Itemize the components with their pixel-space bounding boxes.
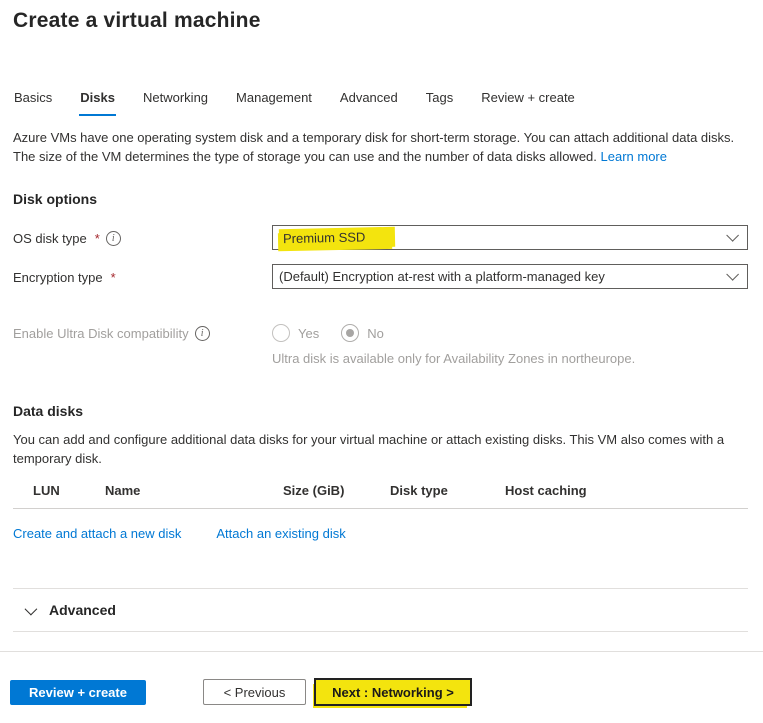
review-create-button[interactable]: Review + create bbox=[10, 680, 146, 705]
radio-no-icon[interactable] bbox=[341, 324, 359, 342]
encryption-type-label: Encryption type bbox=[13, 270, 103, 285]
tab-management[interactable]: Management bbox=[235, 86, 313, 116]
info-icon[interactable]: i bbox=[106, 231, 121, 246]
os-disk-type-dropdown[interactable]: Premium SSD bbox=[272, 225, 748, 250]
radio-yes-icon[interactable] bbox=[272, 324, 290, 342]
create-vm-page: Create a virtual machine Basics Disks Ne… bbox=[0, 0, 763, 723]
encryption-type-value: (Default) Encryption at-rest with a plat… bbox=[279, 269, 605, 284]
next-networking-button[interactable]: Next : Networking > bbox=[314, 678, 472, 706]
ultra-disk-row: Enable Ultra Disk compatibility i Yes No… bbox=[13, 324, 748, 366]
required-marker: * bbox=[95, 231, 100, 246]
divider bbox=[13, 631, 748, 632]
radio-option-yes[interactable]: Yes bbox=[272, 324, 319, 342]
tab-advanced[interactable]: Advanced bbox=[339, 86, 399, 116]
tab-bar: Basics Disks Networking Management Advan… bbox=[13, 86, 748, 116]
info-icon[interactable]: i bbox=[195, 326, 210, 341]
encryption-type-dropdown[interactable]: (Default) Encryption at-rest with a plat… bbox=[272, 264, 748, 289]
os-disk-type-label: OS disk type bbox=[13, 231, 87, 246]
tab-basics[interactable]: Basics bbox=[13, 86, 53, 116]
ultra-disk-label: Enable Ultra Disk compatibility bbox=[13, 326, 189, 341]
os-disk-type-value: Premium SSD bbox=[279, 226, 396, 248]
advanced-section-label: Advanced bbox=[49, 602, 116, 618]
ultra-disk-control: Yes No Ultra disk is available only for … bbox=[272, 324, 635, 366]
data-disks-section-title: Data disks bbox=[13, 403, 748, 419]
encryption-type-label-group: Encryption type * bbox=[13, 268, 272, 285]
create-attach-new-disk-link[interactable]: Create and attach a new disk bbox=[13, 526, 181, 541]
learn-more-link[interactable]: Learn more bbox=[601, 149, 667, 164]
os-disk-type-row: OS disk type * i Premium SSD bbox=[13, 225, 748, 250]
data-disks-table-header: LUN Name Size (GiB) Disk type Host cachi… bbox=[13, 483, 748, 509]
encryption-type-row: Encryption type * (Default) Encryption at… bbox=[13, 264, 748, 289]
ultra-disk-label-group: Enable Ultra Disk compatibility i bbox=[13, 324, 272, 341]
radio-yes-label: Yes bbox=[298, 326, 319, 341]
column-header-size: Size (GiB) bbox=[283, 483, 390, 498]
required-marker: * bbox=[111, 270, 116, 285]
tab-networking[interactable]: Networking bbox=[142, 86, 209, 116]
column-header-host-caching: Host caching bbox=[505, 483, 748, 498]
radio-no-label: No bbox=[367, 326, 384, 341]
attach-existing-disk-link[interactable]: Attach an existing disk bbox=[216, 526, 345, 541]
column-header-disk-type: Disk type bbox=[390, 483, 505, 498]
data-disks-links: Create and attach a new disk Attach an e… bbox=[13, 526, 748, 541]
advanced-section-toggle[interactable]: Advanced bbox=[13, 589, 748, 631]
column-header-lun: LUN bbox=[33, 483, 105, 498]
footer-buttons: Review + create < Previous Next : Networ… bbox=[10, 678, 763, 706]
footer-bar: Review + create < Previous Next : Networ… bbox=[0, 651, 763, 706]
data-disks-description: You can add and configure additional dat… bbox=[13, 430, 748, 468]
os-disk-type-label-group: OS disk type * i bbox=[13, 229, 272, 246]
chevron-down-icon bbox=[726, 229, 739, 242]
chevron-down-icon bbox=[726, 268, 739, 281]
intro-text: Azure VMs have one operating system disk… bbox=[13, 128, 748, 166]
tab-tags[interactable]: Tags bbox=[425, 86, 454, 116]
column-header-name: Name bbox=[105, 483, 283, 498]
tab-disks[interactable]: Disks bbox=[79, 86, 116, 116]
tab-review-create[interactable]: Review + create bbox=[480, 86, 576, 116]
page-title: Create a virtual machine bbox=[13, 9, 748, 33]
previous-button[interactable]: < Previous bbox=[203, 679, 306, 705]
radio-option-no[interactable]: No bbox=[341, 324, 384, 342]
ultra-disk-helper-text: Ultra disk is available only for Availab… bbox=[272, 351, 635, 366]
ultra-disk-radio-group: Yes No bbox=[272, 324, 635, 342]
chevron-down-icon bbox=[25, 602, 38, 615]
disk-options-section-title: Disk options bbox=[13, 191, 748, 207]
